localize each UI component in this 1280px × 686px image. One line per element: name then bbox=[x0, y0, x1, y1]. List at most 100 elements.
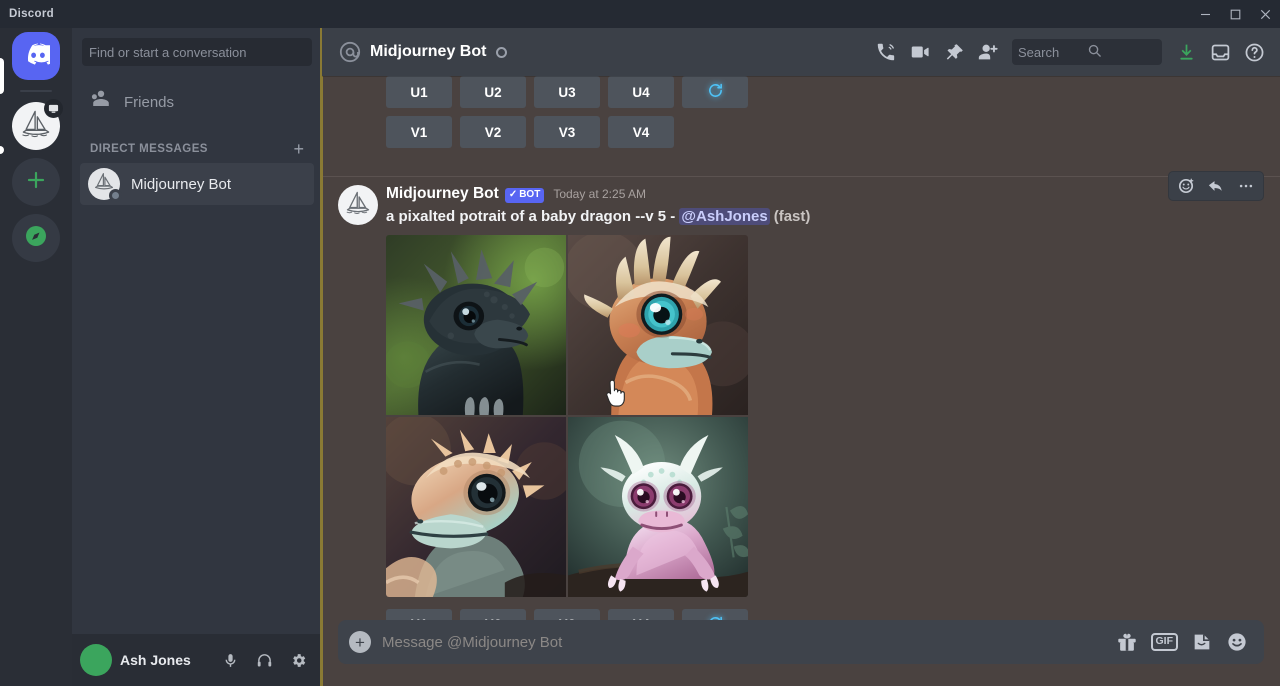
button-u2-previous[interactable]: U2 bbox=[460, 76, 526, 108]
maximize-button[interactable] bbox=[1220, 0, 1250, 28]
bot-badge: ✓ BOT bbox=[504, 187, 545, 203]
channel-header: Midjourney Bot Search bbox=[322, 28, 1280, 76]
message-timestamp: Today at 2:25 AM bbox=[553, 187, 647, 202]
refresh-button[interactable] bbox=[682, 608, 748, 620]
headphones-icon[interactable] bbox=[248, 644, 280, 676]
sidebar-item-home[interactable] bbox=[12, 32, 60, 80]
upscale-button-row: U1 U2 U3 U4 bbox=[386, 608, 1264, 620]
gif-icon[interactable]: GIF bbox=[1150, 633, 1178, 651]
create-dm-button[interactable]: + bbox=[293, 140, 304, 158]
status-badge bbox=[109, 189, 122, 202]
plus-icon bbox=[26, 170, 46, 195]
explore-servers-button[interactable] bbox=[12, 214, 60, 262]
prompt-text: a pixalted potrait of a baby dragon --v … bbox=[386, 207, 680, 225]
dragon-image-4[interactable] bbox=[568, 416, 748, 597]
add-server-button[interactable] bbox=[12, 158, 60, 206]
server-rail bbox=[0, 28, 72, 686]
find-conversation-input[interactable]: Find or start a conversation bbox=[82, 38, 312, 66]
inbox-icon[interactable] bbox=[1204, 36, 1236, 68]
theme-divider bbox=[320, 28, 323, 686]
message-author[interactable]: Midjourney Bot bbox=[386, 185, 499, 204]
composer-actions: GIF bbox=[1116, 631, 1249, 653]
header-actions: Search bbox=[870, 36, 1270, 68]
current-user-name: Ash Jones bbox=[120, 652, 191, 668]
find-conversation-placeholder: Find or start a conversation bbox=[89, 44, 247, 60]
sailboat-icon bbox=[343, 188, 373, 223]
discord-window: Discord Find or start a conversation Fri… bbox=[0, 0, 1280, 686]
active-server-pill bbox=[0, 58, 4, 94]
download-icon[interactable] bbox=[1170, 36, 1202, 68]
compass-icon bbox=[24, 224, 48, 253]
avatar[interactable] bbox=[80, 644, 112, 676]
button-v4-previous[interactable]: V4 bbox=[608, 116, 674, 148]
refresh-button-previous[interactable] bbox=[682, 76, 748, 108]
message-input[interactable]: Message @Midjourney Bot bbox=[382, 634, 1116, 651]
search-icon bbox=[1087, 43, 1156, 61]
status-badge bbox=[496, 46, 508, 58]
close-button[interactable] bbox=[1250, 0, 1280, 28]
sidebar-item-friends[interactable]: Friends bbox=[80, 81, 314, 123]
user-panel: Ash Jones bbox=[72, 634, 322, 686]
app-body: Find or start a conversation Friends DIR… bbox=[0, 28, 1280, 686]
message-item: Midjourney Bot ✓ BOT Today at 2:25 AM a … bbox=[322, 177, 1264, 620]
dragon-image-2[interactable] bbox=[568, 234, 748, 415]
button-u4-previous[interactable]: U4 bbox=[608, 76, 674, 108]
gear-icon[interactable] bbox=[282, 644, 314, 676]
window-controls bbox=[1190, 0, 1280, 28]
rail-divider bbox=[20, 90, 52, 92]
button-v2-previous[interactable]: V2 bbox=[460, 116, 526, 148]
speed-label: (fast) bbox=[773, 207, 811, 225]
previous-message-buttons: U1 U2 U3 U4 V1 V2 V3 V4 bbox=[322, 76, 1280, 168]
search-container: Find or start a conversation bbox=[72, 28, 322, 74]
dm-sidebar: Find or start a conversation Friends DIR… bbox=[72, 28, 323, 686]
chat-main: Midjourney Bot Search U1 U2 U3 U4 V1 V2 … bbox=[322, 28, 1280, 686]
verified-check-icon: ✓ bbox=[508, 188, 518, 200]
app-brand: Discord bbox=[9, 8, 54, 20]
sticker-icon[interactable] bbox=[1191, 631, 1213, 653]
dragon-image-3[interactable] bbox=[386, 416, 566, 597]
image-grid[interactable] bbox=[386, 234, 748, 597]
search-input[interactable]: Search bbox=[1012, 39, 1162, 65]
button-u1-previous[interactable]: U1 bbox=[386, 76, 452, 108]
button-u2[interactable]: U2 bbox=[460, 608, 526, 620]
pinned-messages-icon[interactable] bbox=[938, 36, 970, 68]
button-v3-previous[interactable]: V3 bbox=[534, 116, 600, 148]
button-u3[interactable]: U3 bbox=[534, 608, 600, 620]
user-panel-controls bbox=[214, 644, 314, 676]
emoji-icon[interactable] bbox=[1226, 631, 1248, 653]
message-header: Midjourney Bot ✓ BOT Today at 2:25 AM bbox=[386, 185, 1264, 204]
friends-icon bbox=[88, 88, 112, 117]
button-v1-previous[interactable]: V1 bbox=[386, 116, 452, 148]
page-title: Midjourney Bot bbox=[370, 43, 487, 60]
message-composer: + Message @Midjourney Bot GIF bbox=[322, 620, 1280, 686]
composer-box[interactable]: + Message @Midjourney Bot GIF bbox=[338, 620, 1264, 664]
button-u1[interactable]: U1 bbox=[386, 608, 452, 620]
sidebar-item-server-midjourney[interactable] bbox=[12, 99, 63, 150]
start-video-call-icon[interactable] bbox=[904, 36, 936, 68]
search-placeholder: Search bbox=[1018, 44, 1060, 60]
sidebar-list: Friends DIRECT MESSAGES + Midjourney Bot bbox=[72, 74, 322, 634]
gift-icon[interactable] bbox=[1116, 631, 1138, 653]
start-voice-call-icon[interactable] bbox=[870, 36, 902, 68]
attach-file-button[interactable]: + bbox=[338, 620, 382, 664]
avatar[interactable] bbox=[338, 185, 378, 225]
microphone-icon[interactable] bbox=[214, 644, 246, 676]
plus-icon: + bbox=[349, 631, 371, 653]
minimize-button[interactable] bbox=[1190, 0, 1220, 28]
help-icon[interactable] bbox=[1238, 36, 1270, 68]
server-badge bbox=[44, 99, 63, 118]
message-list[interactable]: U1 U2 U3 U4 V1 V2 V3 V4 Midjourney Bot ✓… bbox=[322, 76, 1280, 620]
add-friends-icon[interactable] bbox=[972, 36, 1004, 68]
user-mention[interactable]: @AshJones bbox=[679, 207, 770, 225]
title-bar: Discord bbox=[0, 0, 1280, 28]
sidebar-item-friends-label: Friends bbox=[124, 93, 175, 111]
sidebar-item-dm-midjourney-bot[interactable]: Midjourney Bot bbox=[80, 163, 314, 205]
button-u4[interactable]: U4 bbox=[608, 608, 674, 620]
message-group: Midjourney Bot ✓ BOT Today at 2:25 AM a … bbox=[322, 171, 1280, 620]
refresh-icon bbox=[707, 615, 724, 620]
message-input-placeholder: Message @Midjourney Bot bbox=[382, 633, 563, 651]
dragon-image-1[interactable] bbox=[386, 234, 566, 415]
upscale-button-row-previous: U1 U2 U3 U4 bbox=[386, 76, 1280, 108]
bot-badge-label: BOT bbox=[519, 188, 541, 200]
button-u3-previous[interactable]: U3 bbox=[534, 76, 600, 108]
